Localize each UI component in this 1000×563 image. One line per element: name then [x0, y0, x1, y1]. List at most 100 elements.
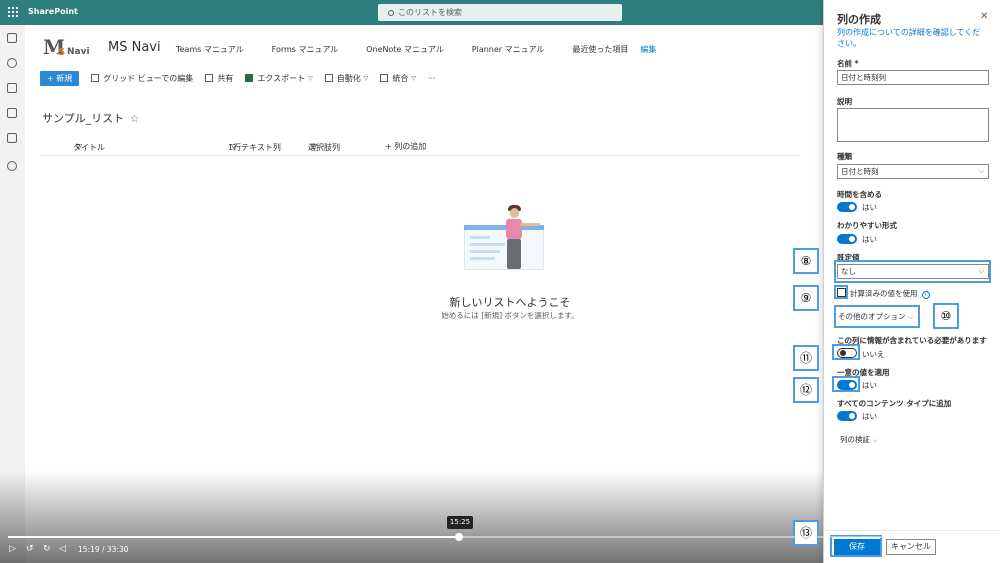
nav-item-recent[interactable]: 最近使った項目 [572, 44, 628, 55]
video-progress-handle[interactable] [454, 533, 463, 541]
app-launcher-icon[interactable] [8, 7, 18, 17]
video-time: 15:19 / 33:30 [78, 545, 129, 554]
share-button[interactable]: 共有 [205, 73, 233, 84]
new-button[interactable]: + 新規 [40, 70, 80, 86]
column-validation-label: 列の検証 [840, 435, 870, 444]
chevron-down-icon: ▽ [308, 74, 313, 82]
chevron-down-icon: ▽ [363, 74, 369, 82]
callout-9: ⑨ [793, 285, 819, 311]
info-icon[interactable]: i [921, 291, 930, 299]
search-placeholder: このリストを検索 [398, 8, 462, 17]
site-nav: Teams マニュアル Forms マニュアル OneNote マニュアル Pl… [176, 44, 684, 55]
calculated-value-text: 計算済みの値を使用 [850, 289, 918, 298]
chevron-down-icon: ▽ [411, 74, 416, 82]
nav-edit-link[interactable]: 編集 [640, 44, 656, 55]
empty-list-illustration [460, 205, 560, 290]
list-title-row: サンプル_リスト ☆ [42, 110, 139, 126]
video-time-tooltip: 15:25 [447, 516, 473, 529]
rewind-icon[interactable]: ↺ [26, 544, 34, 554]
required-value: いいえ [862, 350, 885, 359]
nav-item-teams[interactable]: Teams マニュアル [176, 44, 244, 55]
command-bar: + 新規 グリッド ビューでの編集 共有 エクスポート ▽ 自動化 ▽ 統合 ▽ ··… [40, 70, 448, 86]
document-icon[interactable] [7, 108, 17, 118]
search-input[interactable]: このリストを検索 [378, 4, 622, 21]
cancel-button[interactable]: キャンセル [886, 539, 936, 555]
chevron-down-icon: ⌵ [873, 437, 878, 444]
all-content-types-label: すべてのコンテンツ タイプに追加 [837, 399, 952, 408]
create-icon[interactable] [7, 161, 17, 171]
highlight-save-button [830, 535, 882, 557]
nav-item-forms[interactable]: Forms マニュアル [272, 44, 339, 55]
highlight-more-options [834, 305, 920, 328]
video-progress-bar[interactable] [8, 536, 992, 538]
chevron-down-icon: ▽ [231, 142, 238, 151]
more-button[interactable]: ··· [428, 74, 436, 83]
automate-label: 自動化 [336, 73, 361, 83]
column-validation-button[interactable]: 列の検証 ⌵ [840, 434, 878, 445]
play-icon[interactable]: ▷ [9, 544, 16, 554]
type-select[interactable]: 日付と時刻 ⌵ [837, 164, 989, 179]
panel-title: 列の作成 [837, 13, 881, 26]
close-icon[interactable]: ✕ [980, 11, 988, 22]
share-label: 共有 [217, 73, 234, 83]
list-title: サンプル_リスト [42, 112, 125, 125]
details-link[interactable]: 列の作成についての詳細を確認してください。 [837, 27, 987, 49]
favorite-star-icon[interactable]: ☆ [130, 114, 139, 125]
chevron-down-icon: ▽ [76, 142, 83, 151]
add-column-button[interactable]: + 列の追加 [385, 141, 426, 152]
highlight-default-value [834, 260, 991, 283]
callout-8: ⑧ [793, 248, 819, 274]
app-name[interactable]: SharePoint [28, 7, 78, 16]
all-content-types-toggle[interactable] [837, 411, 857, 421]
volume-icon[interactable]: ◁ [59, 544, 66, 554]
friendly-format-label: わかりやすい形式 [837, 221, 897, 230]
grid-edit-label: グリッド ビューでの編集 [103, 73, 194, 83]
excel-icon [245, 74, 254, 82]
nav-item-onenote[interactable]: OneNote マニュアル [366, 44, 444, 55]
column-headers: タイトル ▽ 1行テキスト列 ▽ 選択肢列 ▽ + 列の追加 [40, 140, 800, 156]
callout-12: ⑫ [793, 377, 819, 403]
site-name[interactable]: MS Navi [108, 40, 161, 55]
export-button[interactable]: エクスポート ▽ [245, 73, 313, 84]
highlight-unique-toggle [832, 376, 860, 392]
unique-value: はい [862, 381, 877, 390]
include-time-label: 時間を含める [837, 190, 882, 199]
news-icon[interactable] [7, 83, 17, 93]
automate-button[interactable]: 自動化 ▽ [324, 73, 369, 84]
include-time-toggle[interactable] [837, 202, 857, 212]
callout-11: ⑪ [793, 345, 819, 371]
include-time-value: はい [862, 203, 877, 212]
captions-icon[interactable]: ▭ [950, 544, 959, 554]
grid-edit-button[interactable]: グリッド ビューでの編集 [91, 73, 193, 84]
fullscreen-icon[interactable]: ⤢ [983, 544, 990, 554]
logo-navi: Navi [67, 47, 90, 57]
type-value: 日付と時刻 [841, 167, 879, 176]
list-icon[interactable] [7, 133, 17, 143]
settings-icon[interactable]: ⚙ [966, 544, 974, 554]
empty-state-subtitle: 始めるには [新規] ボタンを選択します。 [441, 311, 579, 320]
site-logo[interactable]: M S Navi [43, 35, 93, 61]
empty-state-title: 新しいリストへようこそ [449, 296, 571, 309]
chevron-down-icon: ▽ [311, 142, 318, 151]
highlight-calculated-checkbox [834, 285, 848, 299]
description-field[interactable] [837, 108, 989, 142]
grid-icon [91, 74, 100, 82]
home-icon[interactable] [7, 33, 17, 43]
integrate-label: 統合 [392, 73, 409, 83]
highlight-required-toggle [832, 344, 860, 360]
forward-icon[interactable]: ↻ [43, 544, 51, 554]
friendly-format-value: はい [862, 235, 877, 244]
globe-icon[interactable] [7, 58, 17, 68]
nav-item-planner[interactable]: Planner マニュアル [472, 44, 545, 55]
name-label: 名前 * [837, 59, 859, 68]
calculated-value-label: 計算済みの値を使用 i [850, 288, 930, 299]
type-label: 種類 [837, 152, 852, 161]
logo-letter-s: S [58, 47, 66, 58]
name-field[interactable]: 日付と時刻列 [837, 70, 989, 85]
video-progress-fill [8, 536, 459, 538]
integrate-button[interactable]: 統合 ▽ [380, 73, 416, 84]
integrate-icon [380, 74, 389, 82]
search-icon [388, 10, 394, 16]
friendly-format-toggle[interactable] [837, 234, 857, 244]
automate-icon [324, 74, 333, 82]
